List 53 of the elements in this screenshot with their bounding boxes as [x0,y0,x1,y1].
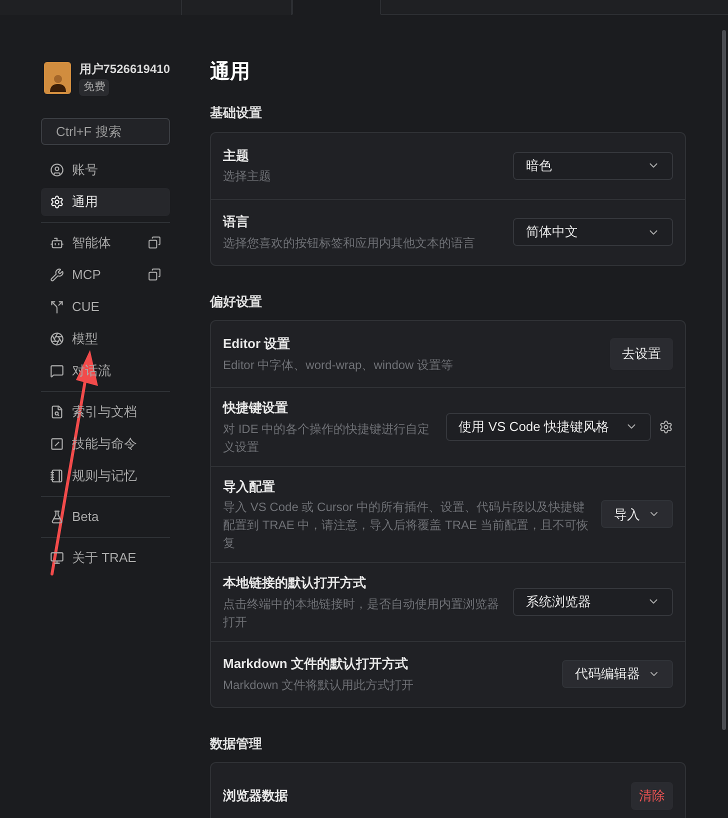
sidebar-item[interactable]: 智能体 [41,228,170,256]
gear-icon [50,194,64,208]
settings-icon[interactable] [659,420,673,434]
document-icon [50,404,64,418]
sidebar-item[interactable]: 关于 TRAE [41,544,170,572]
section-title: 数据管理 [210,734,263,752]
dropdown[interactable]: 简体中文 [513,218,673,246]
setting-title: 语言 [223,213,250,232]
dropdown-button[interactable]: 导入 [601,500,673,528]
sidebar-item[interactable]: CUE [41,292,170,320]
dropdown[interactable]: 系统浏览器 [513,588,673,616]
dropdown-button[interactable]: 代码编辑器 [562,660,673,688]
setting-title: 快捷键设置 [223,399,289,417]
sidebar-item[interactable]: 通用 [41,188,170,216]
setting-description: 选择主题 [223,168,272,186]
person-icon [48,74,67,94]
action-button[interactable]: 去设置 [610,338,673,370]
sidebar-item[interactable]: 账号 [41,156,170,184]
setting-title: Editor 设置 [223,335,292,354]
flask-icon [50,510,64,524]
section-title: 基础设置 [210,104,263,122]
setting-title: 主题 [223,146,250,165]
dropdown[interactable]: 暗色 [513,152,673,180]
setting-title: 浏览器数据 [223,787,289,806]
sidebar-item[interactable]: MCP [41,260,170,288]
dropdown[interactable]: 使用 VS Code 快捷键风格 [446,412,651,441]
clear-button[interactable]: 清除 [631,782,673,810]
aperture-icon [50,332,64,346]
setting-title: 导入配置 [223,478,276,496]
sidebar-item[interactable]: 规则与记忆 [41,462,170,490]
slash-icon [50,436,64,450]
page-title: 通用 [210,60,251,85]
setting-description: 点击终端中的本地链接时，是否自动使用内置浏览器打开 [223,596,500,630]
monitor-icon [50,550,64,564]
setting-title: Markdown 文件的默认打开方式 [223,655,409,674]
setting-description: 选择您喜欢的按钮标签和应用内其他文本的语言 [223,234,476,252]
user-circle-icon [50,162,64,176]
sidebar-item[interactable]: Beta [41,502,170,530]
section-title: 偏好设置 [210,292,263,310]
notebook-icon [50,468,64,482]
sidebar-item[interactable]: 模型 [41,324,170,352]
robot-icon [50,236,64,250]
setting-description: Markdown 文件将默认用此方式打开 [223,676,415,694]
chat-icon [50,364,64,378]
search-field[interactable]: Ctrl+F 搜索 [41,118,170,144]
plan-badge: 免费 [79,79,110,96]
setting-description: 导入 VS Code 或 Cursor 中的所有插件、设置、代码片段以及快捷键配置到 TRAE 中，请注意，导入后将覆盖 TRAE 当前配置，且不可恢复 [223,499,589,552]
setting-description: 对 IDE 中的各个操作的快捷键进行自定义设置 [223,420,431,456]
username: 用户7526619410 [79,61,170,78]
setting-description: Editor 中字体、word-wrap、window 设置等 [223,356,454,374]
setting-title: 本地链接的默认打开方式 [223,574,367,592]
wrench-icon [50,268,64,282]
split-icon [50,300,64,314]
